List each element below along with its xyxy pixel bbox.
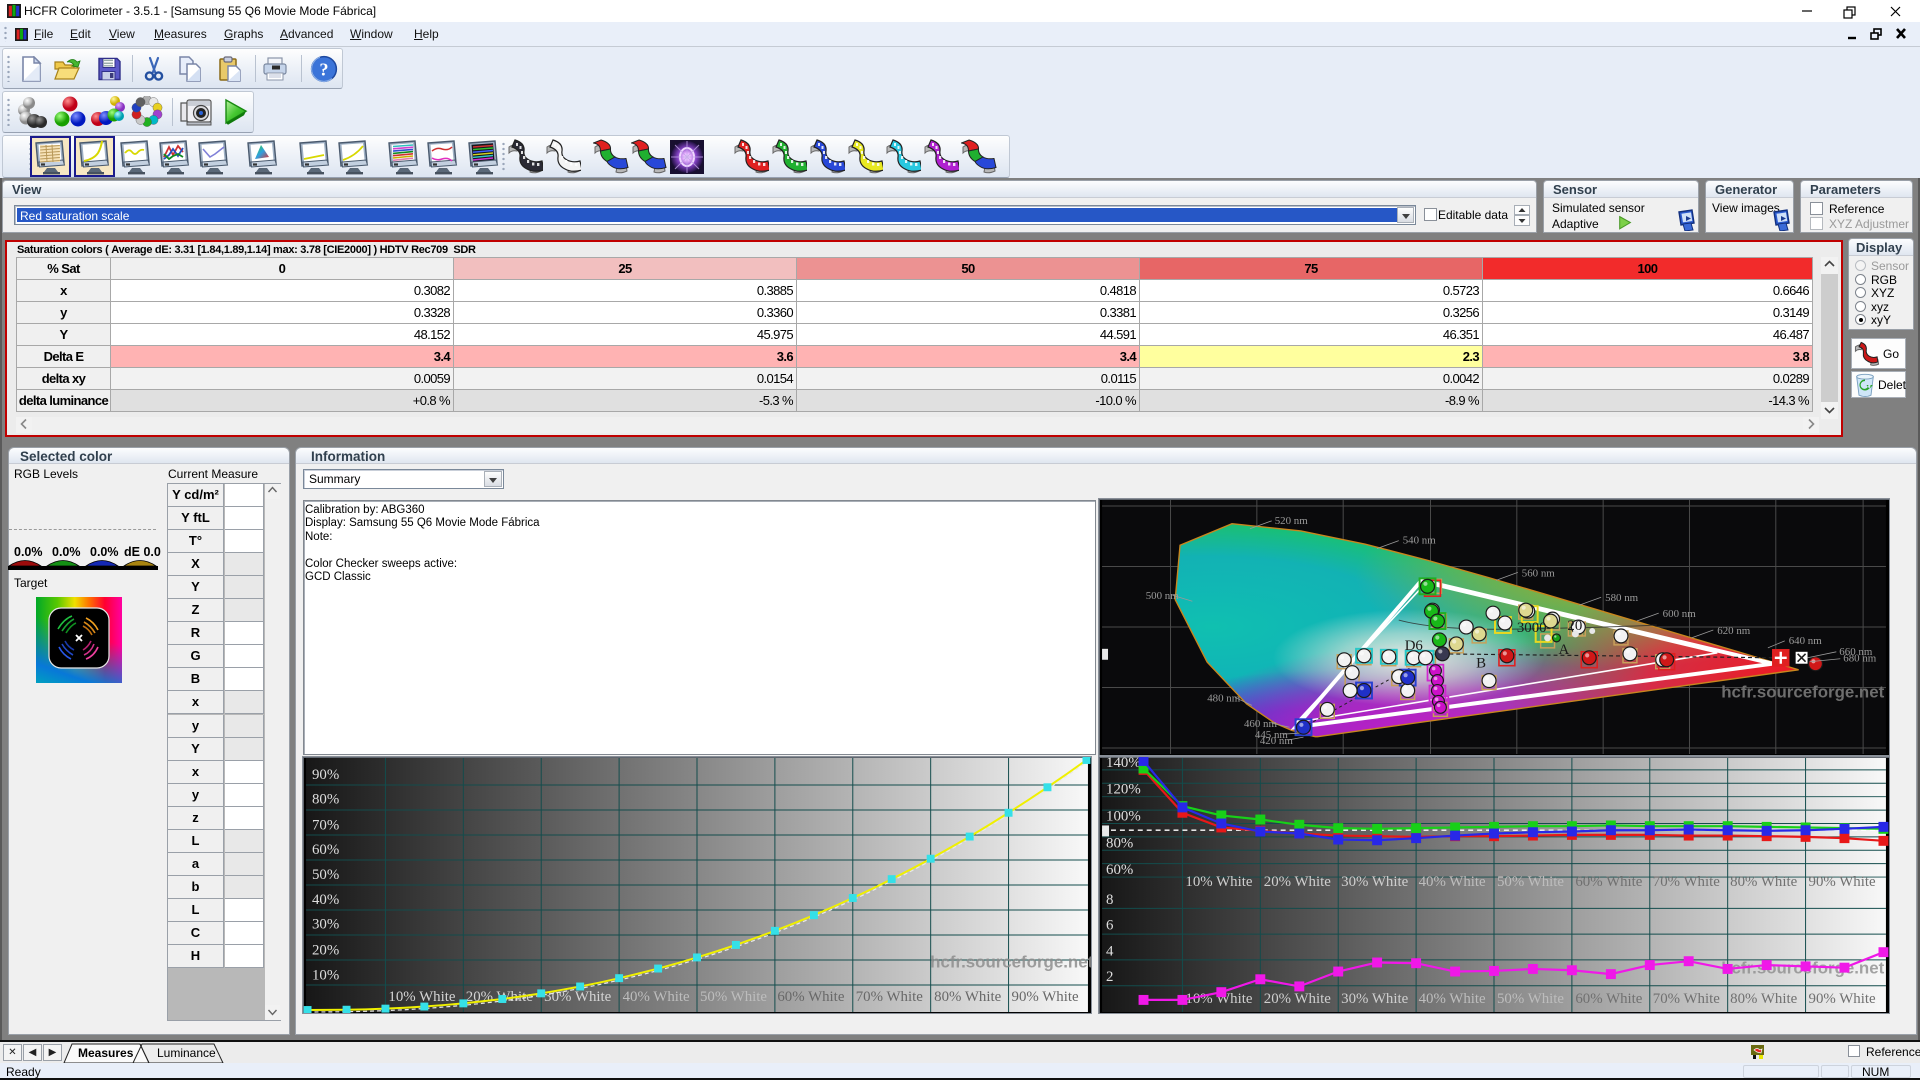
svg-text:2: 2 bbox=[1106, 969, 1113, 985]
svg-text:D6: D6 bbox=[1405, 638, 1423, 654]
svg-text:60% White: 60% White bbox=[1575, 874, 1642, 890]
svg-text:10% White: 10% White bbox=[1185, 874, 1252, 890]
svg-text:20: 20 bbox=[1567, 618, 1582, 634]
svg-text:90% White: 90% White bbox=[1809, 991, 1876, 1007]
svg-text:70% White: 70% White bbox=[1653, 991, 1720, 1007]
svg-text:30% White: 30% White bbox=[1341, 874, 1408, 890]
svg-text:50%: 50% bbox=[312, 867, 339, 883]
svg-text:Luminance: Luminance bbox=[157, 1046, 216, 1060]
svg-text:70% White: 70% White bbox=[856, 989, 923, 1005]
svg-text:140%: 140% bbox=[1106, 756, 1141, 771]
svg-text:90%: 90% bbox=[312, 767, 339, 783]
svg-text:120%: 120% bbox=[1106, 782, 1141, 798]
svg-text:60% White: 60% White bbox=[1575, 991, 1642, 1007]
svg-text:540 nm: 540 nm bbox=[1403, 535, 1437, 547]
svg-text:30%: 30% bbox=[312, 917, 339, 933]
svg-text:640 nm: 640 nm bbox=[1789, 635, 1823, 647]
svg-text:60%: 60% bbox=[1106, 862, 1133, 878]
svg-text:40%: 40% bbox=[312, 892, 339, 908]
svg-text:hcfr.sourceforge.net: hcfr.sourceforge.net bbox=[930, 952, 1092, 971]
svg-text:680 nm: 680 nm bbox=[1843, 653, 1877, 665]
svg-text:500 nm: 500 nm bbox=[1146, 590, 1180, 602]
svg-text:8: 8 bbox=[1106, 892, 1113, 908]
svg-text:420 nm: 420 nm bbox=[1260, 735, 1294, 747]
svg-text:50% White: 50% White bbox=[1497, 991, 1564, 1007]
svg-text:6: 6 bbox=[1106, 918, 1113, 934]
svg-text:100%: 100% bbox=[1106, 809, 1141, 825]
svg-text:4: 4 bbox=[1106, 943, 1114, 959]
svg-text:80% White: 80% White bbox=[1730, 991, 1797, 1007]
svg-text:30% White: 30% White bbox=[1341, 991, 1408, 1007]
svg-text:hcfr.sourceforge.net: hcfr.sourceforge.net bbox=[1721, 682, 1884, 701]
svg-text:40% White: 40% White bbox=[1419, 991, 1486, 1007]
svg-text:620 nm: 620 nm bbox=[1717, 625, 1751, 637]
svg-text:10%: 10% bbox=[312, 967, 339, 983]
svg-text:40% White: 40% White bbox=[1419, 874, 1486, 890]
svg-text:20% White: 20% White bbox=[1264, 874, 1331, 890]
svg-text:480 nm: 480 nm bbox=[1207, 692, 1241, 704]
svg-text:50% White: 50% White bbox=[700, 989, 767, 1005]
svg-text:80%: 80% bbox=[312, 792, 339, 808]
svg-text:90% White: 90% White bbox=[1012, 989, 1079, 1005]
svg-text:560 nm: 560 nm bbox=[1522, 567, 1556, 579]
svg-text:B: B bbox=[1476, 656, 1486, 672]
svg-text:80%: 80% bbox=[1106, 835, 1133, 851]
svg-text:90% White: 90% White bbox=[1809, 874, 1876, 890]
svg-text:80% White: 80% White bbox=[1730, 874, 1797, 890]
svg-text:Measures: Measures bbox=[78, 1046, 134, 1060]
svg-text:70% White: 70% White bbox=[1653, 874, 1720, 890]
svg-text:A: A bbox=[1558, 642, 1569, 658]
svg-text:600 nm: 600 nm bbox=[1663, 608, 1697, 620]
svg-text:20% White: 20% White bbox=[1264, 991, 1331, 1007]
svg-text:20%: 20% bbox=[312, 942, 339, 958]
svg-text:520 nm: 520 nm bbox=[1275, 515, 1309, 527]
svg-text:?: ? bbox=[319, 59, 328, 79]
svg-text:50% White: 50% White bbox=[1497, 874, 1564, 890]
svg-text:80% White: 80% White bbox=[934, 989, 1001, 1005]
svg-text:60%: 60% bbox=[312, 842, 339, 858]
svg-text:60% White: 60% White bbox=[777, 989, 844, 1005]
svg-text:3000: 3000 bbox=[1517, 620, 1547, 636]
svg-text:70%: 70% bbox=[312, 817, 339, 833]
svg-text:580 nm: 580 nm bbox=[1605, 592, 1639, 604]
svg-text:40% White: 40% White bbox=[623, 989, 690, 1005]
